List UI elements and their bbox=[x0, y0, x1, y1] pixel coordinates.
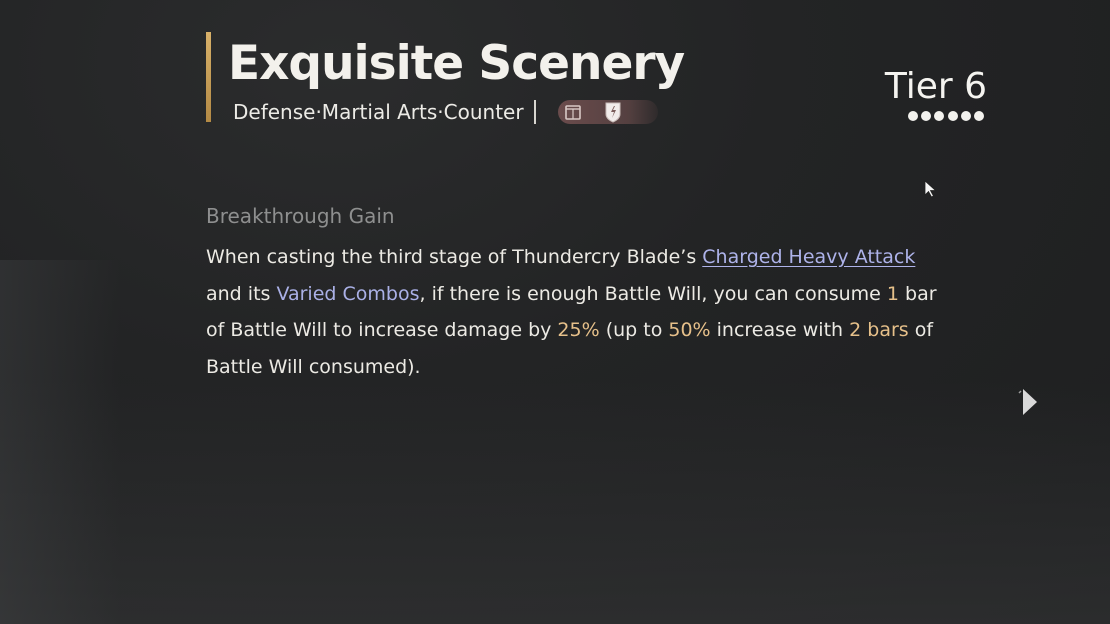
line3-mid2: increase with bbox=[710, 319, 850, 341]
left-haze bbox=[0, 260, 120, 624]
tier-dot bbox=[934, 111, 945, 121]
line3-prefix: of Battle Will to increase damage by bbox=[206, 319, 558, 341]
charged-heavy-attack-link[interactable]: Charged Heavy Attack bbox=[702, 246, 915, 268]
tag-divider bbox=[534, 100, 536, 124]
line3-mid1: (up to bbox=[599, 319, 669, 341]
tier-dot bbox=[960, 111, 971, 121]
line1-text: When casting the third stage of Thunderc… bbox=[206, 246, 703, 268]
description-line-1: When casting the third stage of Thunderc… bbox=[206, 239, 916, 276]
tier-dot bbox=[947, 111, 958, 121]
line4-text: Battle Will consumed). bbox=[206, 355, 421, 378]
line2-suffix: bar bbox=[899, 282, 937, 305]
next-arrow-icon[interactable] bbox=[1014, 386, 1040, 418]
fan-icon bbox=[565, 105, 581, 120]
damage-increase-number: 25% bbox=[557, 319, 600, 341]
skill-tags: Defense·Martial Arts·Counter bbox=[233, 100, 524, 124]
tier-label: Tier 6 bbox=[884, 66, 987, 107]
description-line-4: Battle Will consumed). bbox=[206, 349, 916, 386]
varied-combos-keyword: Varied Combos bbox=[276, 282, 420, 305]
blade-icon bbox=[605, 102, 621, 123]
mouse-cursor-icon bbox=[924, 180, 937, 198]
title-accent-bar bbox=[206, 32, 211, 122]
line3-suffix: of bbox=[908, 319, 934, 341]
max-increase-number: 50% bbox=[668, 319, 711, 341]
max-bars-number: 2 bars bbox=[849, 319, 909, 341]
bottom-haze bbox=[0, 380, 1110, 624]
breakthrough-description: When casting the third stage of Thunderc… bbox=[206, 239, 937, 386]
description-line-3: of Battle Will to increase damage by 25%… bbox=[206, 312, 933, 349]
tier-dot bbox=[921, 111, 932, 121]
line2-mid: , if there is enough Battle Will, you ca… bbox=[419, 282, 887, 305]
breakthrough-heading: Breakthrough Gain bbox=[206, 204, 395, 228]
bar-count-number: 1 bbox=[886, 282, 900, 305]
tier-dots bbox=[908, 110, 988, 122]
skill-title: Exquisite Scenery bbox=[228, 36, 685, 91]
tier-dot bbox=[908, 111, 918, 121]
description-line-2: and its Varied Combos, if there is enoug… bbox=[206, 276, 937, 313]
line2-prefix: and its bbox=[206, 282, 277, 305]
tier-dot bbox=[974, 111, 984, 121]
